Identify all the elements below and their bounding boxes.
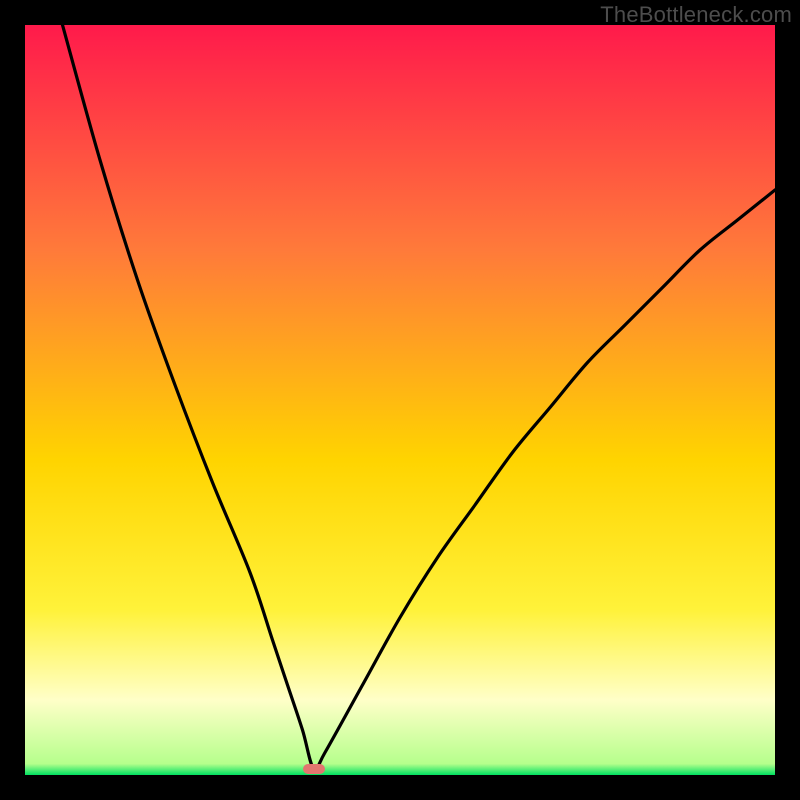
watermark-text: TheBottleneck.com <box>600 2 792 28</box>
chart-frame: TheBottleneck.com <box>0 0 800 800</box>
min-marker <box>303 764 326 775</box>
plot-area <box>25 25 775 775</box>
curve-layer <box>25 25 775 775</box>
curve-path <box>63 25 776 770</box>
